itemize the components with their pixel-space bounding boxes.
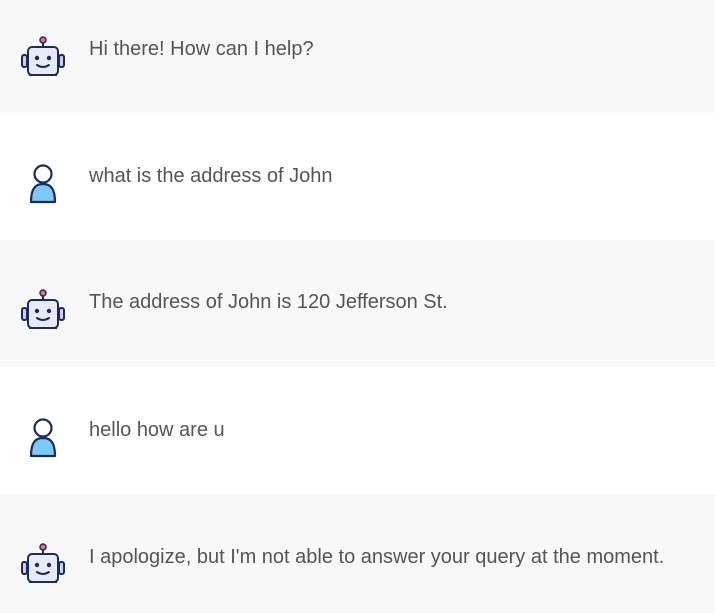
robot-icon <box>20 289 66 333</box>
robot-icon <box>20 543 66 587</box>
user-icon <box>20 416 66 460</box>
chat-message-bot: Hi there! How can I help? <box>0 0 715 113</box>
chat-message-bot: I apologize, but I'm not able to answer … <box>0 494 715 613</box>
robot-icon <box>20 36 66 80</box>
message-text: hello how are u <box>89 419 225 441</box>
chat-message-user: what is the address of John <box>0 113 715 240</box>
user-icon <box>20 162 66 206</box>
chat-message-bot: The address of John is 120 Jefferson St. <box>0 240 715 367</box>
message-text: I apologize, but I'm not able to answer … <box>89 546 665 568</box>
chat-message-user: hello how are u <box>0 367 715 494</box>
message-text: Hi there! How can I help? <box>89 38 314 60</box>
message-text: what is the address of John <box>89 165 333 187</box>
chat-transcript: Hi there! How can I help? what is the ad… <box>0 0 715 613</box>
message-text: The address of John is 120 Jefferson St. <box>89 291 448 313</box>
